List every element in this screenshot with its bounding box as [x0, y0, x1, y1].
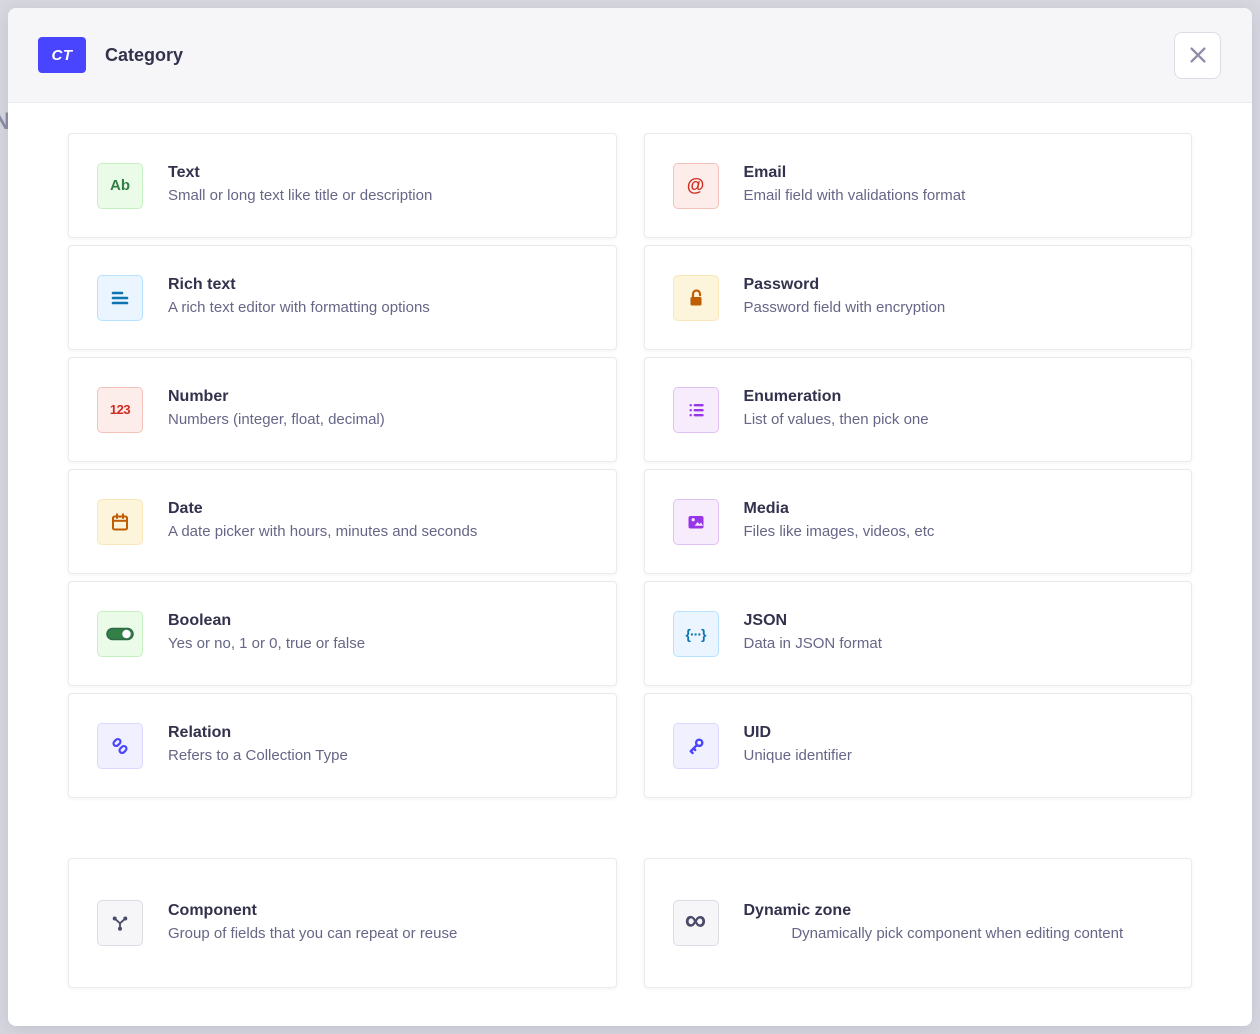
card-text-block: Text Small or long text like title or de… — [168, 164, 596, 206]
field-type-modal: CT Category Ab Text Small or long text l… — [8, 8, 1252, 1026]
field-card-boolean[interactable]: Boolean Yes or no, 1 or 0, true or false — [68, 581, 617, 686]
field-description: A rich text editor with formatting optio… — [168, 298, 596, 318]
braces-icon: {···} — [673, 611, 719, 657]
field-title: Date — [168, 500, 596, 518]
field-title: Rich text — [168, 276, 596, 294]
card-text-block: Component Group of fields that you can r… — [168, 902, 596, 944]
field-card-media[interactable]: Media Files like images, videos, etc — [644, 469, 1193, 574]
field-title: JSON — [744, 612, 1172, 630]
field-card-uid[interactable]: UID Unique identifier — [644, 693, 1193, 798]
picture-icon — [673, 499, 719, 545]
field-description: A date picker with hours, minutes and se… — [168, 522, 596, 542]
field-description: Small or long text like title or descrip… — [168, 186, 596, 206]
default-fields-grid: Ab Text Small or long text like title or… — [68, 133, 1192, 798]
card-text-block: Rich text A rich text editor with format… — [168, 276, 596, 318]
field-description: Email field with validations format — [744, 186, 1172, 206]
field-card-text[interactable]: Ab Text Small or long text like title or… — [68, 133, 617, 238]
field-title: Email — [744, 164, 1172, 182]
card-text-block: Boolean Yes or no, 1 or 0, true or false — [168, 612, 596, 654]
field-title: Boolean — [168, 612, 596, 630]
field-card-enumeration[interactable]: Enumeration List of values, then pick on… — [644, 357, 1193, 462]
field-card-component[interactable]: Component Group of fields that you can r… — [68, 858, 617, 988]
ab-text-glyph: Ab — [110, 177, 130, 194]
field-card-relation[interactable]: Relation Refers to a Collection Type — [68, 693, 617, 798]
close-button[interactable] — [1174, 32, 1221, 79]
123-glyph: 123 — [110, 402, 130, 417]
field-description: Password field with encryption — [744, 298, 1172, 318]
key-icon — [673, 723, 719, 769]
card-text-block: Password Password field with encryption — [744, 276, 1172, 318]
field-title: Component — [168, 902, 596, 920]
field-card-dynamic-zone[interactable]: ∞ Dynamic zone Dynamically pick componen… — [644, 858, 1193, 988]
card-text-block: Relation Refers to a Collection Type — [168, 724, 596, 766]
field-card-json[interactable]: {···} JSON Data in JSON format — [644, 581, 1193, 686]
field-description: Dynamically pick component when editing … — [744, 924, 1172, 944]
chain-link-icon — [97, 723, 143, 769]
field-type-list: Ab Text Small or long text like title or… — [8, 103, 1252, 1014]
at-sign-glyph: @ — [687, 175, 705, 196]
at-sign-icon: @ — [673, 163, 719, 209]
lock-icon — [673, 275, 719, 321]
123-icon: 123 — [97, 387, 143, 433]
field-description: Numbers (integer, float, decimal) — [168, 410, 596, 430]
modal-title: Category — [105, 45, 183, 66]
field-description: Refers to a Collection Type — [168, 746, 596, 766]
toggle-icon — [97, 611, 143, 657]
field-title: Text — [168, 164, 596, 182]
infinity-icon: ∞ — [673, 900, 719, 946]
card-text-block: Date A date picker with hours, minutes a… — [168, 500, 596, 542]
bulleted-list-icon — [673, 387, 719, 433]
card-text-block: Number Numbers (integer, float, decimal) — [168, 388, 596, 430]
field-description: Files like images, videos, etc — [744, 522, 1172, 542]
field-card-date[interactable]: Date A date picker with hours, minutes a… — [68, 469, 617, 574]
ab-text-icon: Ab — [97, 163, 143, 209]
field-title: Dynamic zone — [744, 902, 1172, 920]
card-text-block: Media Files like images, videos, etc — [744, 500, 1172, 542]
field-card-rich-text[interactable]: Rich text A rich text editor with format… — [68, 245, 617, 350]
field-description: List of values, then pick one — [744, 410, 1172, 430]
modal-header: CT Category — [8, 8, 1252, 103]
card-text-block: UID Unique identifier — [744, 724, 1172, 766]
calendar-icon — [97, 499, 143, 545]
field-title: Password — [744, 276, 1172, 294]
field-title: Relation — [168, 724, 596, 742]
close-icon — [1187, 44, 1209, 66]
card-text-block: Dynamic zone Dynamically pick component … — [744, 902, 1172, 944]
field-title: UID — [744, 724, 1172, 742]
card-text-block: Email Email field with validations forma… — [744, 164, 1172, 206]
collection-type-badge: CT — [38, 37, 86, 73]
infinity-glyph: ∞ — [685, 906, 706, 940]
field-card-number[interactable]: 123 Number Numbers (integer, float, deci… — [68, 357, 617, 462]
advanced-fields-grid: Component Group of fields that you can r… — [68, 858, 1192, 988]
card-text-block: Enumeration List of values, then pick on… — [744, 388, 1172, 430]
field-description: Yes or no, 1 or 0, true or false — [168, 634, 596, 654]
field-description: Data in JSON format — [744, 634, 1172, 654]
field-card-email[interactable]: @ Email Email field with validations for… — [644, 133, 1193, 238]
field-card-password[interactable]: Password Password field with encryption — [644, 245, 1193, 350]
field-title: Enumeration — [744, 388, 1172, 406]
field-description: Group of fields that you can repeat or r… — [168, 924, 596, 944]
field-title: Media — [744, 500, 1172, 518]
nodes-icon — [97, 900, 143, 946]
field-title: Number — [168, 388, 596, 406]
field-description: Unique identifier — [744, 746, 1172, 766]
card-text-block: JSON Data in JSON format — [744, 612, 1172, 654]
text-lines-icon — [97, 275, 143, 321]
braces-glyph: {···} — [686, 626, 706, 642]
